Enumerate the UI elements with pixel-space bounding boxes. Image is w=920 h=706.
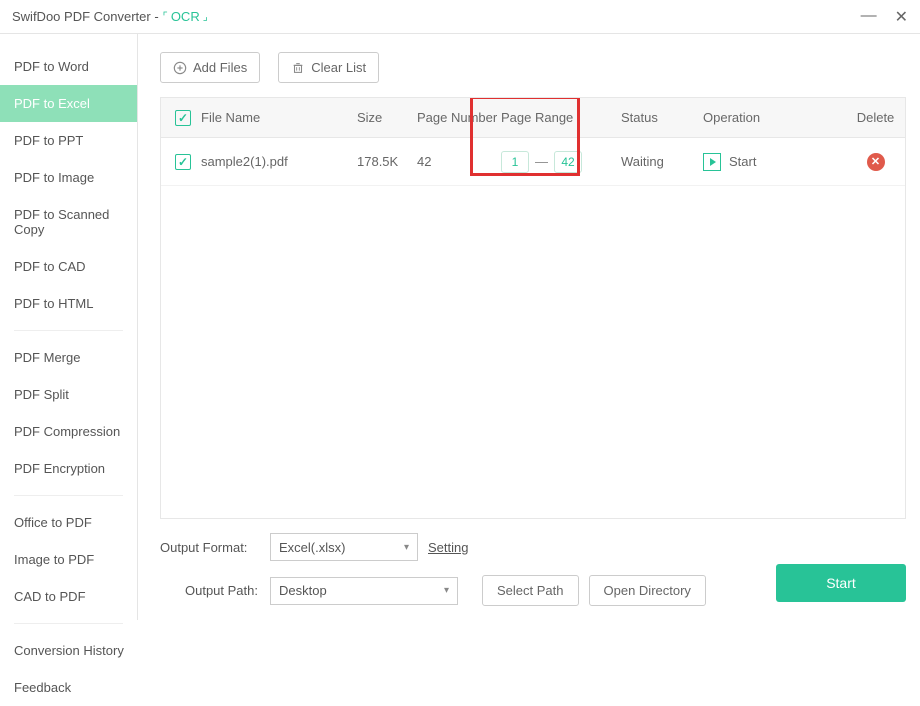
col-operation[interactable]: Operation — [703, 110, 850, 125]
plus-circle-icon — [173, 61, 187, 75]
row-pagenumber: 42 — [417, 154, 501, 169]
clear-list-button[interactable]: Clear List — [278, 52, 379, 83]
col-pagenumber[interactable]: Page Number — [417, 110, 501, 125]
sidebar-item[interactable]: CAD to PDF — [0, 578, 137, 615]
output-format-label: Output Format: — [160, 540, 260, 555]
col-delete[interactable]: Delete — [850, 110, 901, 125]
select-all-checkbox[interactable] — [175, 110, 191, 126]
col-size[interactable]: Size — [357, 110, 417, 125]
ocr-label: OCR — [171, 9, 200, 24]
sidebar-separator — [14, 495, 123, 496]
row-size: 178.5K — [357, 154, 417, 169]
range-from-input[interactable] — [501, 151, 529, 173]
dash-icon: — — [535, 154, 548, 169]
col-status[interactable]: Status — [611, 110, 703, 125]
trash-icon — [291, 61, 305, 75]
row-start-button[interactable]: Start — [729, 154, 756, 169]
row-status: Waiting — [611, 154, 703, 169]
range-to-input[interactable] — [554, 151, 582, 173]
sidebar-item[interactable]: PDF to Word — [0, 48, 137, 85]
sidebar-separator — [14, 623, 123, 624]
sidebar-item[interactable]: PDF to Image — [0, 159, 137, 196]
sidebar-item[interactable]: PDF Compression — [0, 413, 137, 450]
sidebar-item[interactable]: Conversion History — [0, 632, 137, 669]
sidebar-item[interactable]: Office to PDF — [0, 504, 137, 541]
output-format-value: Excel(.xlsx) — [279, 540, 345, 555]
start-button[interactable]: Start — [776, 564, 906, 602]
chevron-down-icon: ▾ — [404, 542, 409, 553]
sidebar-item[interactable]: PDF to Excel — [0, 85, 137, 122]
add-files-button[interactable]: Add Files — [160, 52, 260, 83]
col-pagerange[interactable]: Page Range — [501, 110, 611, 125]
table-row: sample2(1).pdf 178.5K 42 — Waiting Start… — [161, 138, 905, 186]
delete-button[interactable]: ✕ — [867, 153, 885, 171]
output-path-select[interactable]: Desktop ▾ — [270, 577, 458, 605]
setting-link[interactable]: Setting — [428, 540, 468, 555]
sidebar-item[interactable]: Feedback — [0, 669, 137, 706]
sidebar: PDF to WordPDF to ExcelPDF to PPTPDF to … — [0, 34, 138, 620]
close-icon[interactable]: ✕ — [895, 7, 908, 27]
col-filename[interactable]: File Name — [201, 110, 357, 125]
add-files-label: Add Files — [193, 60, 247, 75]
sidebar-item[interactable]: PDF Split — [0, 376, 137, 413]
sidebar-item[interactable]: Image to PDF — [0, 541, 137, 578]
select-path-button[interactable]: Select Path — [482, 575, 579, 606]
table-header: File Name Size Page Number Page Range St… — [161, 98, 905, 138]
output-path-label: Output Path: — [160, 583, 260, 598]
chevron-down-icon: ▾ — [444, 585, 449, 596]
sidebar-item[interactable]: PDF to PPT — [0, 122, 137, 159]
app-title: SwifDoo PDF Converter - — [12, 9, 159, 24]
sidebar-item[interactable]: PDF to Scanned Copy — [0, 196, 137, 248]
row-filename: sample2(1).pdf — [201, 154, 357, 169]
play-icon[interactable] — [703, 153, 721, 171]
output-format-select[interactable]: Excel(.xlsx) ▾ — [270, 533, 418, 561]
sidebar-item[interactable]: PDF Encryption — [0, 450, 137, 487]
row-checkbox[interactable] — [175, 154, 191, 170]
clear-list-label: Clear List — [311, 60, 366, 75]
sidebar-separator — [14, 330, 123, 331]
open-directory-button[interactable]: Open Directory — [589, 575, 706, 606]
minimize-icon[interactable]: — — [861, 7, 877, 27]
ocr-badge[interactable]: ⌜ OCR ⌟ — [163, 9, 208, 24]
bracket-left-icon: ⌜ — [163, 10, 168, 23]
sidebar-item[interactable]: PDF to HTML — [0, 285, 137, 322]
sidebar-item[interactable]: PDF Merge — [0, 339, 137, 376]
file-table: File Name Size Page Number Page Range St… — [160, 97, 906, 519]
output-path-value: Desktop — [279, 583, 327, 598]
sidebar-item[interactable]: PDF to CAD — [0, 248, 137, 285]
bracket-right-icon: ⌟ — [203, 10, 208, 23]
